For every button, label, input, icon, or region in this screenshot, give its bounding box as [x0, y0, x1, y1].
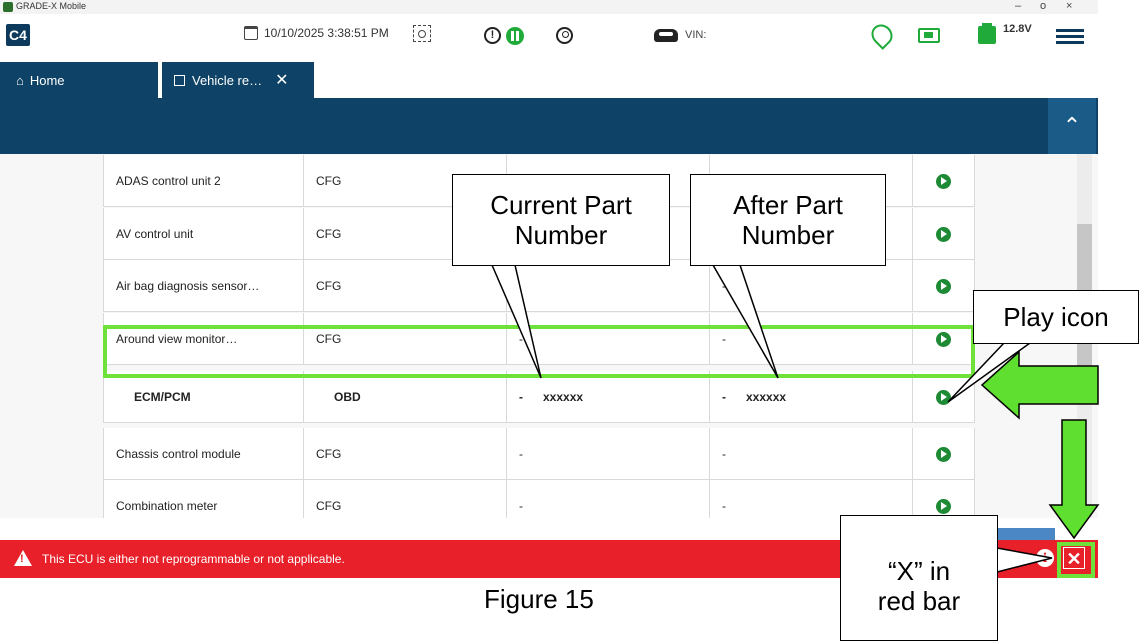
play-icon[interactable]: [936, 173, 951, 189]
chip-icon: [174, 74, 185, 86]
user-icon[interactable]: [556, 27, 573, 44]
c4-logo: C4: [6, 24, 30, 46]
after-part-number: -: [710, 480, 913, 518]
vin-label: VIN:: [685, 29, 707, 41]
play-icon[interactable]: [936, 278, 951, 294]
play-icon[interactable]: [936, 389, 951, 405]
current-part-number: - xxxxxx: [507, 371, 710, 423]
callout-play-icon: Play icon: [973, 290, 1139, 344]
maximize-button[interactable]: o: [1040, 0, 1046, 12]
callout-x-line1: “X” in: [887, 556, 951, 586]
window-title: GRADE-X Mobile: [16, 1, 87, 11]
voltage-readout: 12.8V: [1003, 23, 1032, 35]
ecu-type: CFG: [304, 428, 507, 480]
table-row[interactable]: Chassis control module CFG - -: [103, 428, 975, 480]
play-icon[interactable]: [936, 498, 951, 514]
app-icon: [3, 2, 13, 12]
x-highlight-box: [1057, 542, 1095, 578]
info-icon[interactable]: i: [1036, 549, 1054, 567]
figure-caption: Figure 15: [484, 584, 594, 614]
datetime-display: 10/10/2025 3:38:51 PM: [244, 26, 389, 40]
connection-icon: [867, 20, 897, 50]
home-icon: ⌂: [16, 72, 24, 88]
after-part-number: -: [710, 428, 913, 480]
ecu-name: Combination meter: [103, 480, 304, 518]
callout-after-part-number: After Part Number: [690, 174, 886, 266]
battery-icon: [978, 23, 996, 44]
ecu-type: CFG: [304, 260, 507, 312]
callout-current-part-number: Current Part Number: [452, 174, 670, 266]
ecu-name: ECM/PCM: [103, 371, 304, 423]
ecu-name: Air bag diagnosis sensor…: [103, 260, 304, 312]
calendar-clock-icon: [244, 26, 258, 40]
collapse-chevron-up-icon[interactable]: ⌃: [1048, 98, 1096, 154]
screenshot-icon[interactable]: [413, 25, 431, 42]
current-part-number: [507, 260, 710, 312]
error-message: This ECU is either not reprogrammable or…: [42, 552, 345, 566]
tab-bar: ⌂ Home Vehicle re… ✕: [0, 62, 1098, 98]
callout-x-line2: red bar: [877, 586, 961, 616]
minimize-button[interactable]: –: [1015, 0, 1021, 12]
table-row[interactable]: Air bag diagnosis sensor… CFG -: [103, 260, 975, 312]
hamburger-menu-icon[interactable]: [1056, 27, 1084, 45]
after-part-number: -: [710, 260, 913, 312]
vci-icon: [918, 28, 940, 43]
current-part-number: -: [507, 480, 710, 518]
pause-icon[interactable]: [506, 27, 524, 45]
tab-home[interactable]: ⌂ Home: [0, 62, 158, 98]
window-close-button[interactable]: ×: [1066, 0, 1072, 12]
ecu-name: Chassis control module: [103, 428, 304, 480]
after-part-number: - xxxxxx: [710, 371, 913, 423]
header-band: ⌃: [0, 98, 1098, 154]
datetime-text: 10/10/2025 3:38:51 PM: [264, 26, 389, 40]
ecu-type: CFG: [304, 480, 507, 518]
callout-x-in-red-bar: “X” in red bar: [840, 515, 998, 641]
tab-vehicle-reprogramming[interactable]: Vehicle re… ✕: [162, 62, 314, 98]
table-row-ecm-pcm[interactable]: ECM/PCM OBD - xxxxxx - xxxxxx: [103, 371, 975, 423]
warning-icon: !: [14, 550, 32, 566]
ecm-pcm-highlight: [103, 325, 975, 378]
ecu-name: AV control unit: [103, 208, 304, 260]
ecu-type: OBD: [304, 371, 507, 423]
tab-close-icon[interactable]: ✕: [275, 70, 288, 90]
tab-vehicle-label: Vehicle re…: [192, 72, 263, 88]
window-titlebar: GRADE-X Mobile – o ×: [0, 0, 1098, 14]
ecu-name: ADAS control unit 2: [103, 155, 304, 207]
play-icon[interactable]: [936, 226, 951, 242]
play-icon[interactable]: [936, 446, 951, 462]
alert-icon[interactable]: !: [484, 27, 501, 44]
table-row[interactable]: Combination meter CFG - -: [103, 480, 975, 518]
tab-home-label: Home: [29, 72, 65, 88]
current-part-number: -: [507, 428, 710, 480]
car-icon: [654, 29, 678, 42]
top-toolbar: C4 10/10/2025 3:38:51 PM ! VIN: 12.8V: [0, 14, 1098, 62]
